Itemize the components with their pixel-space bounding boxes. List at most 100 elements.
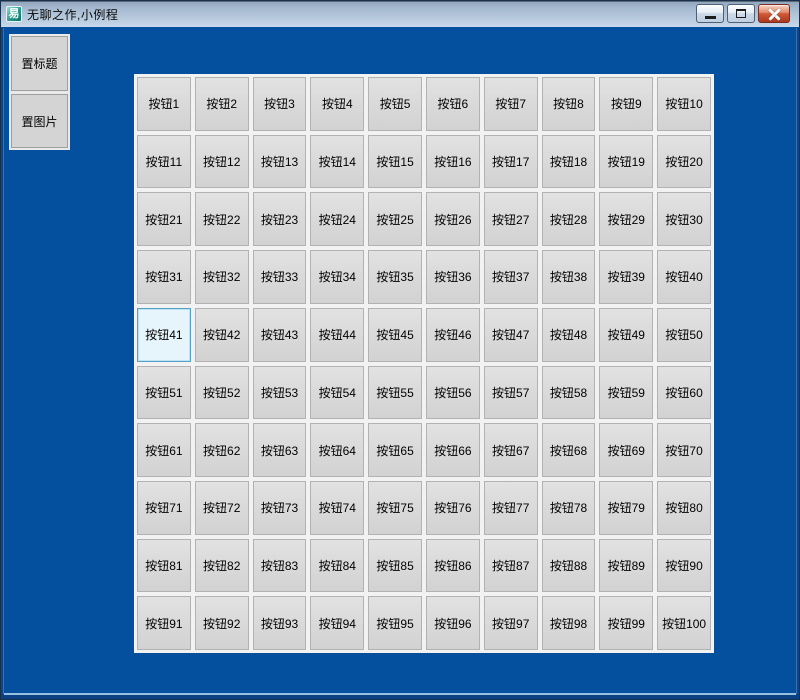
grid-button[interactable]: 按钮62 [195,423,249,477]
grid-button[interactable]: 按钮25 [368,192,422,246]
grid-button[interactable]: 按钮20 [657,135,711,189]
grid-button[interactable]: 按钮51 [137,366,191,420]
grid-button[interactable]: 按钮98 [542,596,596,650]
grid-button[interactable]: 按钮34 [310,250,364,304]
grid-button[interactable]: 按钮54 [310,366,364,420]
grid-button[interactable]: 按钮94 [310,596,364,650]
grid-button[interactable]: 按钮22 [195,192,249,246]
grid-button[interactable]: 按钮10 [657,77,711,131]
grid-button[interactable]: 按钮11 [137,135,191,189]
grid-button[interactable]: 按钮8 [542,77,596,131]
grid-button[interactable]: 按钮97 [484,596,538,650]
grid-button[interactable]: 按钮95 [368,596,422,650]
grid-button[interactable]: 按钮93 [253,596,307,650]
grid-button[interactable]: 按钮29 [599,192,653,246]
grid-button[interactable]: 按钮21 [137,192,191,246]
grid-button[interactable]: 按钮57 [484,366,538,420]
grid-button[interactable]: 按钮35 [368,250,422,304]
grid-button[interactable]: 按钮2 [195,77,249,131]
grid-button[interactable]: 按钮87 [484,539,538,593]
grid-button[interactable]: 按钮82 [195,539,249,593]
grid-button[interactable]: 按钮6 [426,77,480,131]
titlebar[interactable]: 易 无聊之作,小例程 [1,1,799,27]
grid-button[interactable]: 按钮77 [484,481,538,535]
grid-button[interactable]: 按钮37 [484,250,538,304]
grid-button[interactable]: 按钮36 [426,250,480,304]
grid-button[interactable]: 按钮60 [657,366,711,420]
grid-button[interactable]: 按钮4 [310,77,364,131]
grid-button[interactable]: 按钮16 [426,135,480,189]
grid-button[interactable]: 按钮31 [137,250,191,304]
grid-button[interactable]: 按钮86 [426,539,480,593]
grid-button[interactable]: 按钮69 [599,423,653,477]
grid-button[interactable]: 按钮72 [195,481,249,535]
grid-button[interactable]: 按钮43 [253,308,307,362]
grid-button[interactable]: 按钮19 [599,135,653,189]
grid-button[interactable]: 按钮70 [657,423,711,477]
grid-button[interactable]: 按钮55 [368,366,422,420]
grid-button[interactable]: 按钮84 [310,539,364,593]
grid-button[interactable]: 按钮88 [542,539,596,593]
grid-button[interactable]: 按钮30 [657,192,711,246]
grid-button[interactable]: 按钮3 [253,77,307,131]
grid-button[interactable]: 按钮67 [484,423,538,477]
grid-button[interactable]: 按钮61 [137,423,191,477]
grid-button[interactable]: 按钮79 [599,481,653,535]
grid-button[interactable]: 按钮92 [195,596,249,650]
grid-button[interactable]: 按钮59 [599,366,653,420]
grid-button[interactable]: 按钮64 [310,423,364,477]
grid-button[interactable]: 按钮9 [599,77,653,131]
grid-button[interactable]: 按钮39 [599,250,653,304]
grid-button[interactable]: 按钮7 [484,77,538,131]
grid-button[interactable]: 按钮12 [195,135,249,189]
grid-button[interactable]: 按钮18 [542,135,596,189]
grid-button[interactable]: 按钮80 [657,481,711,535]
set-title-button[interactable]: 置标题 [11,36,68,91]
grid-button[interactable]: 按钮85 [368,539,422,593]
grid-button[interactable]: 按钮71 [137,481,191,535]
grid-button[interactable]: 按钮42 [195,308,249,362]
grid-button[interactable]: 按钮96 [426,596,480,650]
grid-button[interactable]: 按钮76 [426,481,480,535]
grid-button[interactable]: 按钮90 [657,539,711,593]
grid-button[interactable]: 按钮52 [195,366,249,420]
close-button[interactable] [758,4,790,23]
grid-button[interactable]: 按钮89 [599,539,653,593]
grid-button[interactable]: 按钮81 [137,539,191,593]
grid-button[interactable]: 按钮78 [542,481,596,535]
grid-button-selected[interactable]: 按钮41 [137,308,191,362]
grid-button[interactable]: 按钮63 [253,423,307,477]
grid-button[interactable]: 按钮5 [368,77,422,131]
grid-button[interactable]: 按钮28 [542,192,596,246]
grid-button[interactable]: 按钮74 [310,481,364,535]
grid-button[interactable]: 按钮24 [310,192,364,246]
minimize-button[interactable] [696,4,724,23]
grid-button[interactable]: 按钮45 [368,308,422,362]
grid-button[interactable]: 按钮15 [368,135,422,189]
grid-button[interactable]: 按钮23 [253,192,307,246]
grid-button[interactable]: 按钮68 [542,423,596,477]
grid-button[interactable]: 按钮32 [195,250,249,304]
grid-button[interactable]: 按钮38 [542,250,596,304]
grid-button[interactable]: 按钮99 [599,596,653,650]
grid-button[interactable]: 按钮13 [253,135,307,189]
grid-button[interactable]: 按钮56 [426,366,480,420]
grid-button[interactable]: 按钮75 [368,481,422,535]
grid-button[interactable]: 按钮49 [599,308,653,362]
grid-button[interactable]: 按钮17 [484,135,538,189]
grid-button[interactable]: 按钮65 [368,423,422,477]
grid-button[interactable]: 按钮58 [542,366,596,420]
grid-button[interactable]: 按钮73 [253,481,307,535]
set-image-button[interactable]: 置图片 [11,94,68,148]
grid-button[interactable]: 按钮100 [657,596,711,650]
grid-button[interactable]: 按钮83 [253,539,307,593]
grid-button[interactable]: 按钮44 [310,308,364,362]
grid-button[interactable]: 按钮66 [426,423,480,477]
grid-button[interactable]: 按钮46 [426,308,480,362]
grid-button[interactable]: 按钮1 [137,77,191,131]
grid-button[interactable]: 按钮53 [253,366,307,420]
maximize-button[interactable] [727,4,755,23]
grid-button[interactable]: 按钮26 [426,192,480,246]
grid-button[interactable]: 按钮47 [484,308,538,362]
grid-button[interactable]: 按钮14 [310,135,364,189]
